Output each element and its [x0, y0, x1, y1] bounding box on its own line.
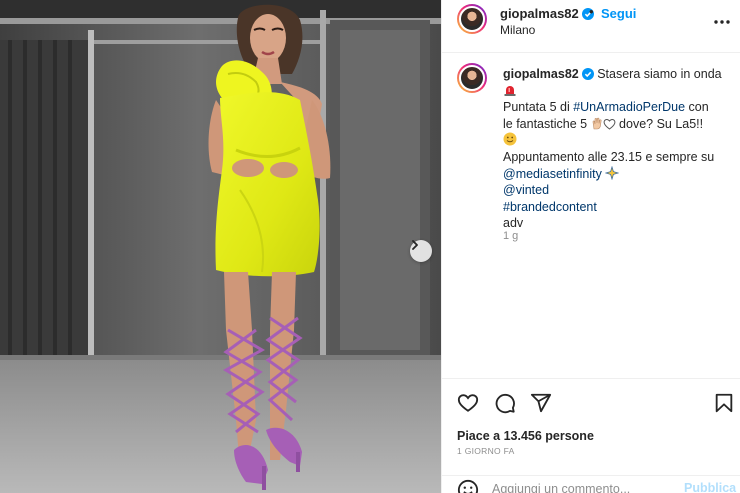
- verified-badge-icon: [581, 68, 594, 80]
- caption-line-3-prefix: le fantastiche 5: [503, 116, 591, 131]
- post-date: 1 GIORNO FA: [457, 446, 515, 456]
- hand-emoji-icon: [592, 117, 602, 130]
- photo-artwork: [0, 0, 441, 493]
- caption-avatar[interactable]: [457, 63, 487, 93]
- caption-line-3-suffix: dove? Su La5!!: [615, 116, 704, 131]
- header-username-row: giopalmas82: [500, 6, 594, 21]
- bookmark-icon[interactable]: [713, 392, 735, 414]
- post-side-panel: giopalmas82 • Segui Milano giopalmas82 S…: [441, 0, 740, 493]
- smile-emoji-icon: [503, 132, 517, 146]
- heart-emoji-icon: [603, 118, 615, 130]
- caption-username[interactable]: giopalmas82: [503, 67, 579, 81]
- post-photo: [0, 0, 441, 493]
- siren-emoji-icon: [504, 85, 516, 96]
- chevron-right-icon: [412, 240, 418, 250]
- post-header: giopalmas82 • Segui Milano: [442, 0, 740, 53]
- heart-icon[interactable]: [457, 392, 479, 414]
- caption-line-2-prefix: Puntata 5 di: [503, 100, 574, 115]
- caption-line-1: Stasera siamo in onda: [597, 67, 722, 81]
- caption-line-2-suffix: con: [685, 100, 709, 115]
- caption-age[interactable]: 1 g: [503, 230, 518, 242]
- next-photo-button[interactable]: [410, 240, 432, 262]
- comment-input[interactable]: [492, 480, 672, 493]
- comment-icon[interactable]: [494, 392, 516, 414]
- likes-count[interactable]: Piace a 13.456 persone: [457, 429, 594, 443]
- caption-line-4: Appuntamento alle 23.15 e sempre su: [503, 149, 715, 164]
- hashtag-branded-link[interactable]: #brandedcontent: [503, 200, 597, 214]
- location-link[interactable]: Milano: [500, 23, 535, 37]
- caption-row: giopalmas82 Stasera siamo in onda Puntat…: [442, 53, 740, 377]
- mention-mediasetinfinity-link[interactable]: @mediasetinfinity: [503, 167, 602, 181]
- more-options-icon[interactable]: [712, 12, 732, 32]
- avatar[interactable]: [457, 4, 487, 34]
- mention-vinted-link[interactable]: @vinted: [503, 183, 549, 197]
- comment-bar: Pubblica: [442, 475, 740, 493]
- emoji-icon[interactable]: [457, 479, 479, 493]
- publish-button[interactable]: Pubblica: [684, 481, 736, 493]
- header-username[interactable]: giopalmas82: [500, 6, 579, 21]
- caption-adv: adv: [503, 216, 524, 231]
- post-actions: Piace a 13.456 persone 1 GIORNO FA Pubbl…: [442, 378, 740, 493]
- share-icon[interactable]: [530, 392, 552, 414]
- follow-button[interactable]: Segui: [601, 6, 636, 21]
- sparkles-emoji-icon: [605, 165, 620, 180]
- caption-text: giopalmas82 Stasera siamo in onda Puntat…: [503, 66, 728, 232]
- separator-dot: •: [589, 4, 594, 19]
- hashtag-show-link[interactable]: #UnArmadioPerDue: [573, 100, 685, 114]
